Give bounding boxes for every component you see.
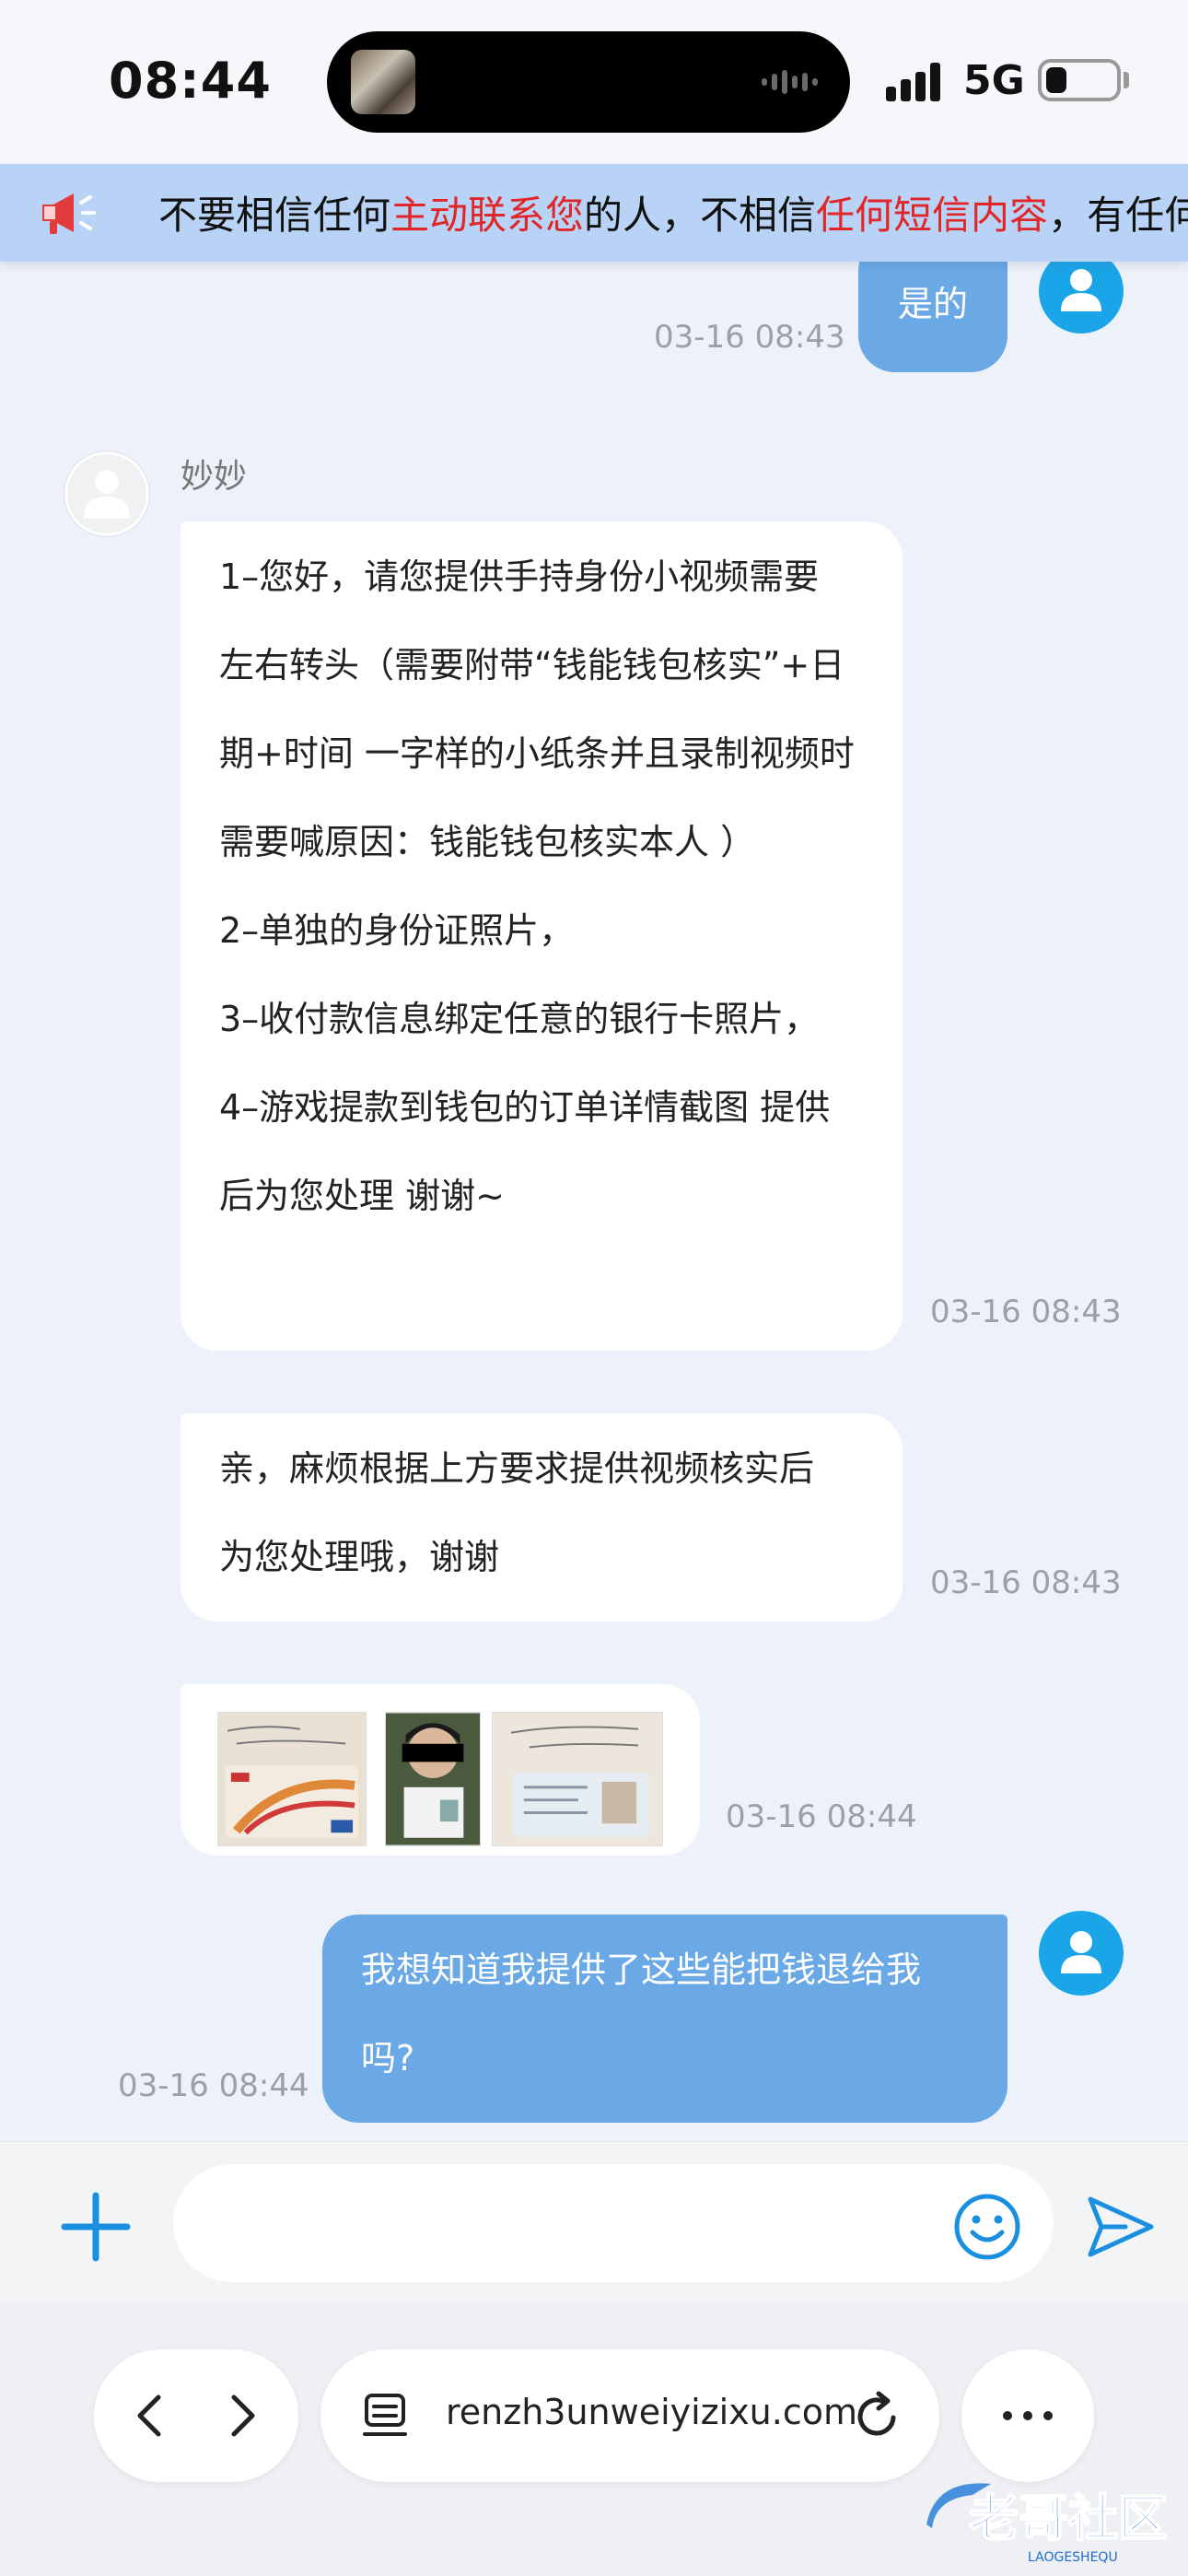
message-line: 需要喊原因：钱能钱包核实本人 ） (219, 822, 756, 862)
chat-thread[interactable]: 是的 03-16 08:43 妙妙 1–您好，请您提供手持身份小视频需要 左右转… (0, 262, 1188, 2141)
agent-avatar[interactable] (64, 451, 149, 536)
id-card-photo[interactable] (492, 1712, 663, 1846)
megaphone-icon (42, 193, 96, 234)
message-bubble-incoming[interactable]: 1–您好，请您提供手持身份小视频需要 左右转头（需要附带“钱能钱包核实”+日 期… (181, 521, 903, 1351)
page-menu-icon[interactable] (361, 2392, 409, 2440)
message-line: 2–单独的身份证照片， (219, 910, 575, 951)
message-bubble-incoming[interactable]: 亲，麻烦根据上方要求提供视频核实后 为您处理哦，谢谢 (181, 1413, 903, 1622)
notice-marquee: 不要相信任何主动联系您的人，不相信任何短信内容，有任何 (0, 164, 1188, 262)
message-timestamp: 03-16 08:43 (654, 319, 845, 356)
emoji-button[interactable] (950, 2190, 1024, 2264)
message-bubble-outgoing[interactable]: 我想知道我提供了这些能把钱退给我 吗? (322, 1914, 1007, 2123)
user-icon (1061, 269, 1101, 311)
watermark-subtext: LAOGESHEQU (1028, 2550, 1118, 2565)
battery-cap (1124, 72, 1129, 88)
address-bar[interactable]: renzh3unweiyizixu.com (320, 2349, 939, 2482)
notice-segment-highlight: 任何短信内容 (816, 193, 1049, 238)
back-button[interactable] (123, 2388, 179, 2443)
image-attachment-bubble[interactable] (181, 1684, 700, 1856)
send-button[interactable] (1083, 2190, 1157, 2264)
default-avatar-icon (84, 470, 130, 519)
now-playing-thumbnail (351, 50, 415, 114)
navigation-controls (94, 2349, 298, 2482)
message-line: 后为您处理 谢谢~ (219, 1176, 505, 1216)
more-options-button[interactable] (961, 2349, 1094, 2482)
reload-button[interactable] (851, 2390, 903, 2441)
message-line: 吗? (361, 2038, 415, 2078)
network-type: 5G (963, 57, 1025, 104)
attach-plus-button[interactable] (59, 2190, 133, 2264)
battery-icon (1038, 59, 1121, 101)
message-line: 4–游戏提款到钱包的订单详情截图 提供 (219, 1087, 831, 1128)
message-bubble-outgoing[interactable]: 是的 (858, 262, 1007, 372)
status-bar: 08:44 5G (0, 0, 1188, 164)
notice-segment: 不要相信任何 (158, 193, 391, 238)
message-timestamp: 03-16 08:43 (930, 1564, 1122, 1601)
message-composer (0, 2141, 1188, 2303)
ellipsis-icon (1003, 2411, 1053, 2420)
message-line: 我想知道我提供了这些能把钱退给我 (361, 1950, 922, 1990)
message-input[interactable] (173, 2164, 1054, 2282)
message-line: 3–收付款信息绑定任意的银行卡照片， (219, 999, 820, 1039)
message-line: 亲，麻烦根据上方要求提供视频核实后 (219, 1448, 815, 1489)
message-line: 1–您好，请您提供手持身份小视频需要 (219, 556, 820, 597)
notice-segment-highlight: 主动联系您 (390, 193, 585, 238)
bank-card-photo[interactable] (217, 1712, 367, 1846)
my-avatar[interactable] (1039, 262, 1124, 334)
message-text: 是的 (897, 284, 968, 324)
message-line: 左右转头（需要附带“钱能钱包核实”+日 (219, 645, 845, 685)
cellular-signal-icon (886, 61, 945, 101)
notice-segment: ，有任何 (1048, 193, 1188, 238)
message-line: 期+时间 一字样的小纸条并且录制视频时 (219, 733, 855, 774)
message-line: 为您处理哦，谢谢 (219, 1537, 500, 1577)
sender-name: 妙妙 (181, 458, 248, 496)
message-timestamp: 03-16 08:44 (118, 2067, 309, 2104)
watermark-text: 老哥社区 (969, 2489, 1168, 2547)
audio-waveform-icon (762, 68, 822, 96)
notice-segment: 的人，不相信 (584, 193, 817, 238)
site-watermark-logo: 老哥社区 LAOGESHEQU (926, 2483, 1169, 2565)
notice-text: 不要相信任何主动联系您的人，不相信任何短信内容，有任何 (158, 184, 1188, 240)
forward-button[interactable] (214, 2388, 269, 2443)
url-text: renzh3unweiyizixu.com (446, 2392, 858, 2432)
message-timestamp: 03-16 08:43 (930, 1294, 1122, 1330)
my-avatar[interactable] (1039, 1911, 1124, 1996)
user-icon (1061, 1931, 1101, 1973)
battery-level (1046, 67, 1066, 93)
status-time: 08:44 (109, 52, 272, 110)
handheld-id-photo[interactable] (385, 1712, 481, 1846)
message-timestamp: 03-16 08:44 (726, 1798, 917, 1835)
dynamic-island[interactable] (327, 31, 850, 133)
